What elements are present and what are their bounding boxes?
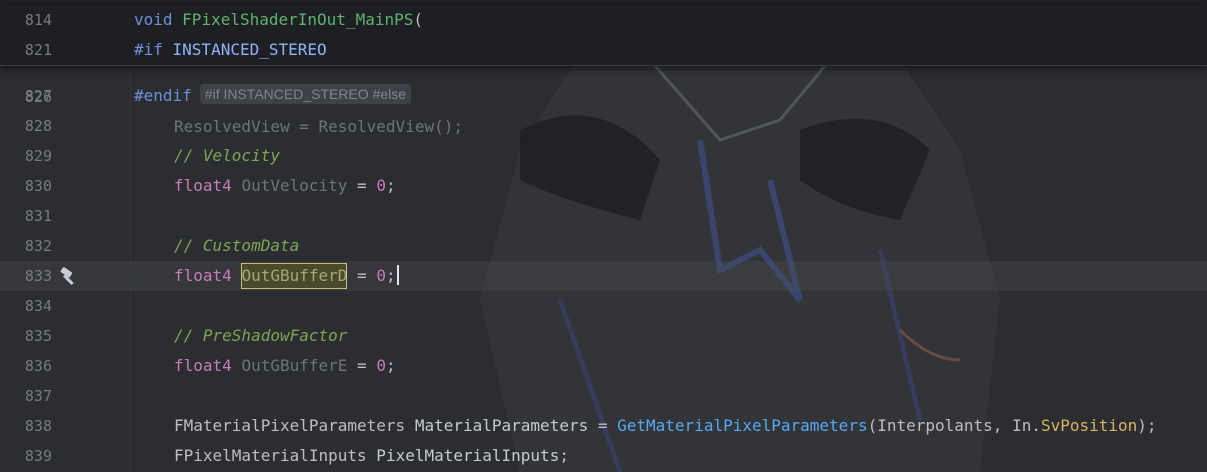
line-number: 814 [24, 11, 52, 29]
code-token: 0 [376, 356, 386, 375]
code-token: INSTANCED_STEREO [172, 40, 327, 59]
line-number: 834 [24, 297, 52, 315]
code-line-838[interactable]: 838 FMaterialPixelParameters MaterialPara… [0, 411, 1207, 441]
line-number: 837 [24, 387, 52, 405]
code-line-836[interactable]: 836 float4 OutGBufferE = 0; [0, 351, 1207, 381]
text-caret [396, 265, 399, 285]
code-text: // CustomData [174, 231, 299, 261]
code-line-829[interactable]: 829 // Velocity [0, 141, 1207, 171]
code-token: // CustomData [174, 236, 300, 255]
line-number: 833 [24, 267, 52, 285]
code-line-834[interactable]: 834 [0, 291, 1207, 321]
code-token: ( [413, 10, 423, 29]
code-token: ; [385, 176, 396, 195]
code-token: = [347, 176, 377, 195]
code-text: float4 OutGBufferE = 0; [174, 351, 396, 381]
code-token: 0 [376, 266, 386, 285]
code-text: float4 OutGBufferD = 0; [174, 261, 399, 291]
inlay-hint[interactable]: #if INSTANCED_STEREO #else [199, 84, 412, 104]
line-number: 821 [24, 41, 52, 59]
code-token: MaterialParameters [414, 416, 589, 435]
code-token: float4 [174, 356, 242, 375]
code-line-833[interactable]: 833 float4 OutGBufferD = 0; [0, 261, 1207, 291]
code-token: ; [385, 266, 396, 285]
hammer-icon[interactable] [58, 266, 80, 286]
code-token: void [134, 10, 183, 29]
line-number: 828 [24, 117, 52, 135]
code-token: #endif [134, 86, 192, 105]
code-line-837[interactable]: 837 [0, 381, 1207, 411]
code-line-835[interactable]: 835 // PreShadowFactor [0, 321, 1207, 351]
code-token: SvPosition [1040, 416, 1138, 435]
code-line-831[interactable]: 831 [0, 201, 1207, 231]
code-line-827[interactable]: 827 #endif #if INSTANCED_STEREO #else [0, 81, 1207, 111]
code-token: // Velocity [174, 146, 280, 165]
code-token: FPixelShaderInOut_MainPS [182, 10, 414, 29]
code-token: FMaterialPixelParameters [174, 416, 415, 435]
code-line-832[interactable]: 832 // CustomData [0, 231, 1207, 261]
code-token: 0 [376, 176, 386, 195]
code-line-821[interactable]: 821 #if INSTANCED_STEREO [0, 35, 1207, 65]
line-number: 838 [24, 417, 52, 435]
code-token: PixelMaterialInputs [376, 446, 560, 465]
line-number: 829 [24, 147, 52, 165]
code-line-839[interactable]: 839 FPixelMaterialInputs PixelMaterialInp… [0, 441, 1207, 471]
code-text: FMaterialPixelParameters MaterialParamet… [174, 411, 1157, 441]
code-token: FPixelMaterialInputs [174, 446, 377, 465]
code-text: float4 OutVelocity = 0; [174, 171, 396, 201]
code-token: = [588, 416, 618, 435]
line-number: 832 [24, 237, 52, 255]
code-token: = [347, 266, 377, 285]
line-number: 835 [24, 327, 52, 345]
code-token: // PreShadowFactor [174, 326, 348, 345]
code-text: FPixelMaterialInputs PixelMaterialInputs… [174, 441, 569, 471]
code-token: #if [134, 40, 173, 59]
line-number: 831 [24, 207, 52, 225]
line-number: 836 [24, 357, 52, 375]
code-token: ; [559, 446, 569, 465]
code-text: // Velocity [174, 141, 280, 171]
sticky-scroll-header[interactable]: 814 void FPixelShaderInOut_MainPS(821 #if … [0, 5, 1207, 66]
code-token: = [347, 356, 377, 375]
code-token: float4 [174, 176, 242, 195]
code-line-814[interactable]: 814 void FPixelShaderInOut_MainPS( [0, 5, 1207, 35]
line-number: 830 [24, 177, 52, 195]
code-token: OutVelocity [241, 176, 348, 195]
code-text: #if INSTANCED_STEREO [134, 35, 327, 65]
code-token: ; [385, 356, 396, 375]
code-text: void FPixelShaderInOut_MainPS( [134, 5, 423, 35]
code-token: ); [1137, 416, 1157, 435]
code-editor[interactable]: 826 ResolvedView = ResolvedView(); 827 #e… [0, 0, 1207, 472]
code-token: (Interpolants, In. [867, 416, 1041, 435]
code-token: GetMaterialPixelParameters [617, 416, 868, 435]
code-line-828[interactable]: 828 [0, 111, 1207, 141]
code-line-830[interactable]: 830 float4 OutVelocity = 0; [0, 171, 1207, 201]
highlighted-identifier: OutGBufferD [241, 263, 348, 289]
code-text: // PreShadowFactor [174, 321, 347, 351]
line-number: 827 [24, 87, 52, 105]
code-text: #endif #if INSTANCED_STEREO #else [134, 81, 412, 111]
code-token: float4 [174, 266, 242, 285]
code-token: OutGBufferE [241, 356, 348, 375]
line-number: 839 [24, 447, 52, 465]
